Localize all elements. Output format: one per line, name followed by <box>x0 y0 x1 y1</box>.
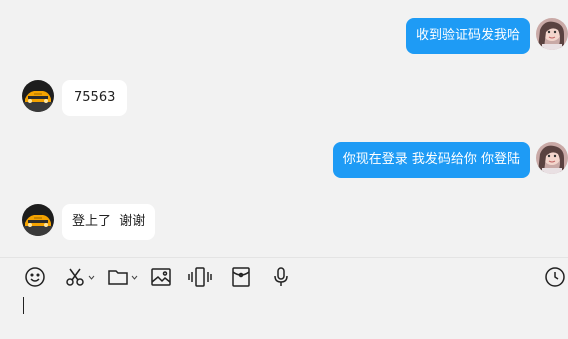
history-clock-icon <box>545 267 565 287</box>
scissors-icon <box>66 268 84 286</box>
red-packet-icon <box>232 267 250 287</box>
message-input[interactable] <box>0 292 568 339</box>
chevron-down-icon[interactable] <box>88 275 95 280</box>
message-list[interactable]: 收到验证码发我哈 75563 你现在登录 我发码给你 你登陆 登上了 谢谢 <box>0 0 568 256</box>
message-row-received: 登上了 谢谢 <box>22 204 156 240</box>
input-toolbar <box>0 264 568 292</box>
emoji-icon <box>25 267 45 287</box>
message-row-sent: 你现在登录 我发码给你 你登陆 <box>332 142 568 178</box>
screenshot-button[interactable] <box>64 264 95 290</box>
chat-history-button[interactable] <box>544 264 566 290</box>
voice-button[interactable] <box>270 264 292 290</box>
contact-avatar[interactable] <box>22 204 54 236</box>
message-row-received: 75563 <box>22 80 128 116</box>
my-avatar[interactable] <box>536 18 568 50</box>
chat-window: 收到验证码发我哈 75563 你现在登录 我发码给你 你登陆 登上了 谢谢 <box>0 0 568 339</box>
red-packet-button[interactable] <box>230 264 252 290</box>
message-bubble-received[interactable]: 登上了 谢谢 <box>62 204 156 240</box>
shake-icon <box>188 267 212 287</box>
window-shake-button[interactable] <box>188 264 212 290</box>
contact-avatar[interactable] <box>22 80 54 112</box>
folder-icon <box>108 270 128 285</box>
send-image-button[interactable] <box>150 264 172 290</box>
emoji-button[interactable] <box>24 264 46 290</box>
send-file-button[interactable] <box>107 264 138 290</box>
chevron-down-icon[interactable] <box>131 275 138 280</box>
message-bubble-sent[interactable]: 你现在登录 我发码给你 你登陆 <box>332 142 530 178</box>
image-icon <box>151 268 171 286</box>
microphone-icon <box>274 267 288 286</box>
message-row-sent: 收到验证码发我哈 <box>405 18 568 54</box>
message-bubble-received[interactable]: 75563 <box>62 80 128 116</box>
input-divider <box>0 257 568 258</box>
text-cursor <box>23 297 24 314</box>
my-avatar[interactable] <box>536 142 568 174</box>
message-bubble-sent[interactable]: 收到验证码发我哈 <box>405 18 530 54</box>
